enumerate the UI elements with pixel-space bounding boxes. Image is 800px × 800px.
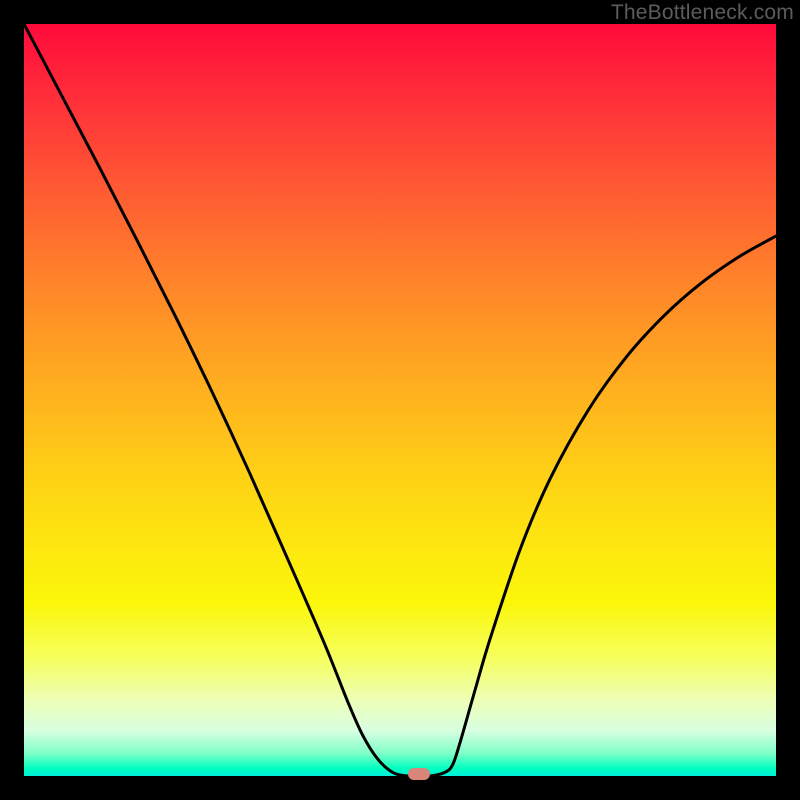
bottleneck-curve <box>24 24 776 776</box>
attribution-text: TheBottleneck.com <box>611 1 794 25</box>
minimum-marker <box>408 768 430 780</box>
chart-container: TheBottleneck.com <box>0 0 800 800</box>
plot-area <box>24 24 776 776</box>
